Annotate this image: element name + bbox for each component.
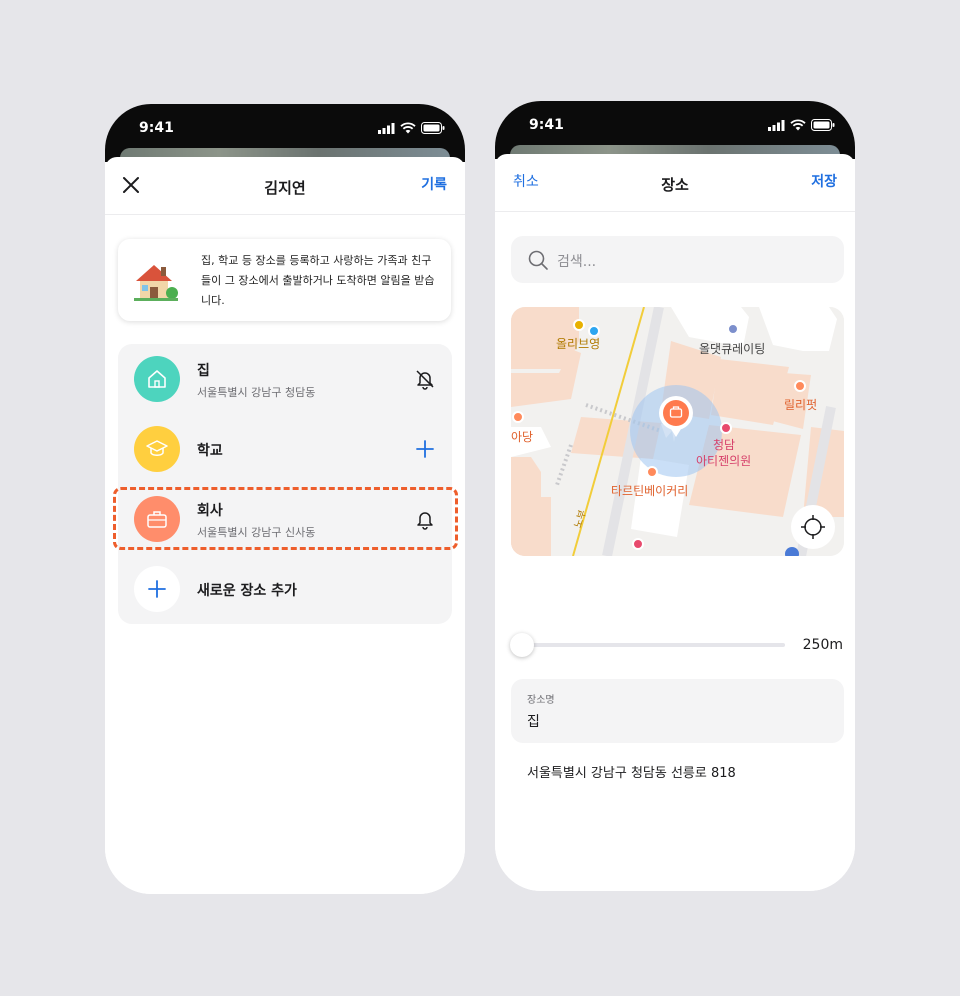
home-icon xyxy=(148,370,166,388)
info-card: 집, 학교 등 장소를 등록하고 사랑하는 가족과 친구들이 그 장소에서 출발… xyxy=(118,239,451,321)
school-avatar xyxy=(134,426,180,472)
battery-icon xyxy=(421,122,445,134)
field-label: 장소명 xyxy=(527,695,555,706)
locate-me-button[interactable] xyxy=(791,506,835,550)
info-text: 집, 학교 등 장소를 등록하고 사랑하는 가족과 친구들이 그 장소에서 출발… xyxy=(201,254,435,307)
place-row-school[interactable]: 학교 xyxy=(118,414,452,484)
search-placeholder: 검색... xyxy=(557,254,597,270)
bakery-poi-icon xyxy=(646,466,658,478)
status-icons xyxy=(768,119,835,131)
house-icon xyxy=(134,265,178,301)
graduation-cap-icon xyxy=(146,440,168,456)
add-place-row[interactable]: 새로운 장소 추가 xyxy=(118,554,452,624)
map-label-clinic-1: 청담 xyxy=(713,438,736,452)
shop-poi-icon xyxy=(632,538,644,550)
wifi-icon xyxy=(400,122,416,134)
wifi-icon xyxy=(790,119,806,131)
place-address: 서울특별시 강남구 청담동 xyxy=(197,386,316,399)
place-address: 서울특별시 강남구 청담동 선릉로 818 xyxy=(527,766,736,781)
battery-icon xyxy=(811,119,835,131)
nav-bar: 취소 장소 저장 xyxy=(495,154,855,212)
place-sheet: 취소 장소 저장 검색... 올리브영 올댓큐레이팅 릴리펏 아당 청담 아티젠… xyxy=(495,154,855,891)
places-list: 집 서울특별시 강남구 청담동 학교 회사 서울특별시 강남구 신사동 새로운 … xyxy=(118,344,452,624)
add-place-label: 새로운 장소 추가 xyxy=(197,583,297,599)
highlight-box xyxy=(113,487,458,550)
store-poi-icon xyxy=(573,319,585,331)
nav-bar: 김지연 기록 xyxy=(105,157,465,215)
bell-off-icon[interactable] xyxy=(414,368,436,390)
place-name-field[interactable]: 장소명 집 xyxy=(511,679,844,743)
status-icons xyxy=(378,122,445,134)
place-name: 집 xyxy=(197,363,210,379)
add-avatar xyxy=(134,566,180,612)
map-label-bakery: 타르틴베이커리 xyxy=(611,484,689,498)
map-view[interactable]: 올리브영 올댓큐레이팅 릴리펏 아당 청담 아티젠의원 타르틴베이커리 노부 xyxy=(511,307,844,556)
signal-icon xyxy=(378,122,395,134)
map-label-allcure: 올댓큐레이팅 xyxy=(699,342,766,356)
map-label-clinic-2: 아티젠의원 xyxy=(696,454,752,468)
cafe-poi-icon xyxy=(794,380,806,392)
hospital-poi-icon xyxy=(720,422,732,434)
signal-icon xyxy=(768,119,785,131)
plus-icon[interactable] xyxy=(414,438,436,460)
place-row-home[interactable]: 집 서울특별시 강남구 청담동 xyxy=(118,344,452,414)
plus-icon xyxy=(148,580,166,598)
radius-slider-track[interactable] xyxy=(522,643,785,647)
map-label-olive: 올리브영 xyxy=(556,337,601,351)
radius-value: 250m xyxy=(802,637,843,653)
place-name: 학교 xyxy=(197,443,223,459)
field-value: 집 xyxy=(527,714,540,730)
search-field[interactable]: 검색... xyxy=(511,236,844,283)
home-avatar xyxy=(134,356,180,402)
place-poi-icon xyxy=(727,323,739,335)
places-list-screen: 9:41 김지연 기록 집, 학교 등 장소를 등록하고 사랑하는 가족과 친구… xyxy=(105,104,465,894)
map-label-adang: 아당 xyxy=(511,430,534,444)
save-button[interactable]: 저장 xyxy=(811,171,837,191)
status-time: 9:41 xyxy=(139,120,174,136)
radius-slider-thumb[interactable] xyxy=(510,633,534,657)
page-title: 김지연 xyxy=(264,179,306,197)
restaurant-poi-icon xyxy=(512,411,524,423)
search-icon xyxy=(528,250,548,270)
page-title: 장소 xyxy=(661,176,689,194)
history-button[interactable]: 기록 xyxy=(421,174,447,194)
place-edit-screen: 9:41 취소 장소 저장 검색... 올리브영 올댓큐레이팅 릴리펏 아당 청… xyxy=(495,101,855,891)
map-label-lily: 릴리펏 xyxy=(784,398,818,412)
status-time: 9:41 xyxy=(529,117,564,133)
